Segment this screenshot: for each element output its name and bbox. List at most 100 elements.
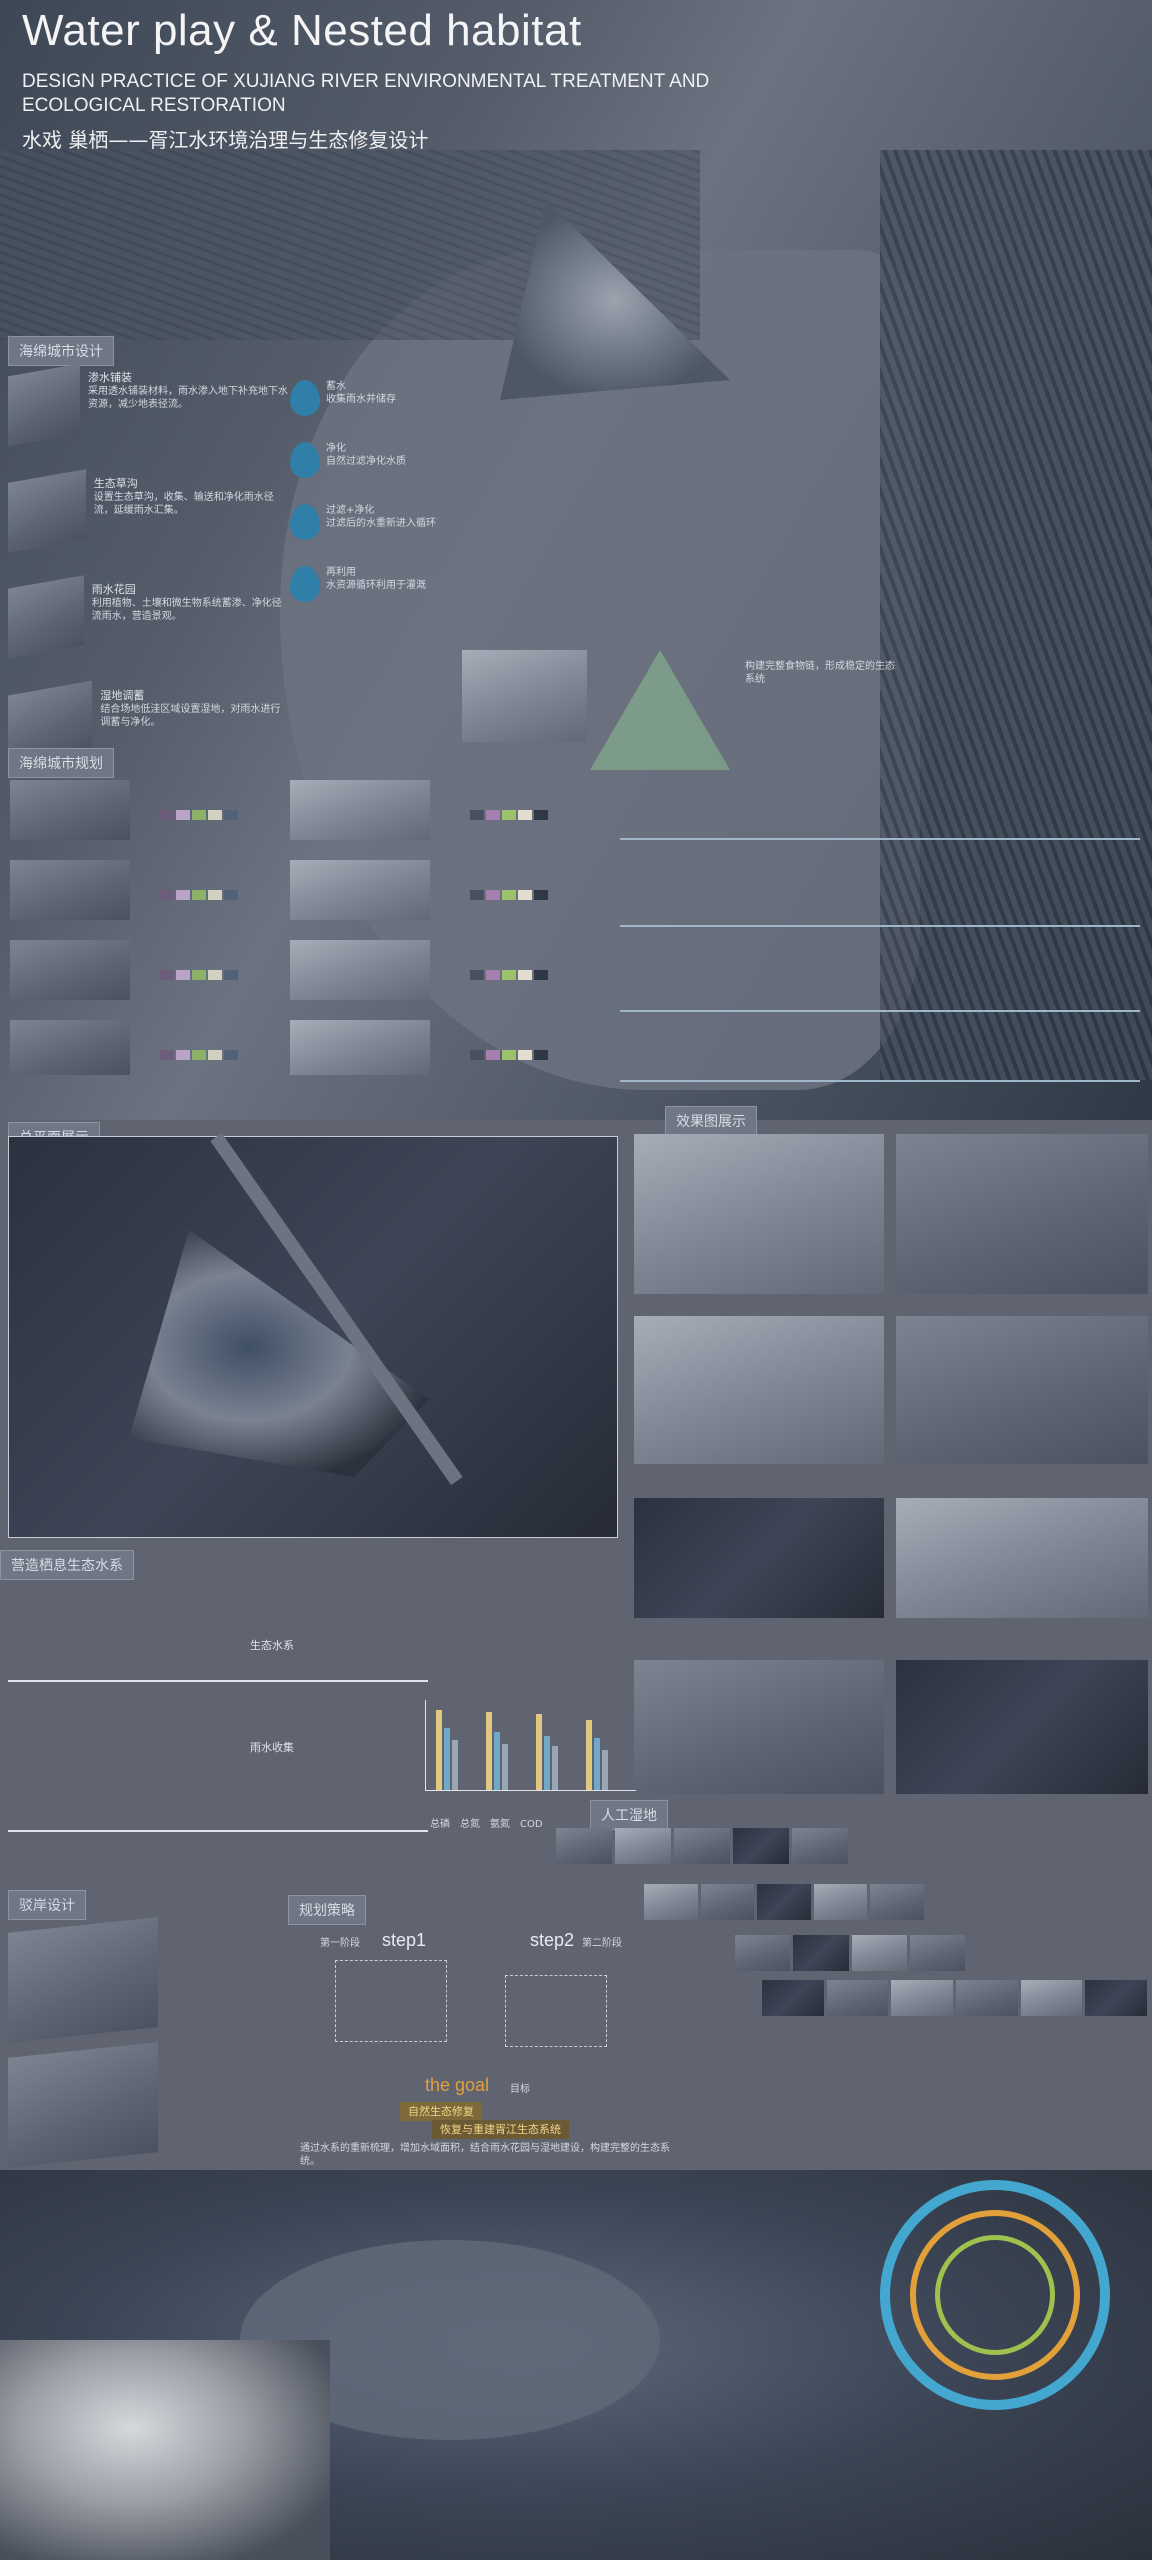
sponge-plan-grid (10, 780, 580, 1080)
legend-item: 总磷 (430, 1819, 450, 1830)
strategy-goal-cn: 目标 (510, 2084, 530, 2095)
plan-block (290, 780, 430, 840)
plant-photo (762, 1980, 824, 2016)
plant-photo (909, 1935, 965, 1971)
sponge-diagram (8, 469, 86, 553)
page-subtitle: DESIGN PRACTICE OF XUJIANG RIVER ENVIRON… (22, 70, 922, 118)
wetland-strip (735, 1935, 965, 1971)
water-drop-icon (290, 380, 320, 416)
city-texture-right (880, 150, 1152, 1080)
chart-bar (436, 1710, 442, 1790)
plan-block (290, 940, 430, 1000)
chart-bar (444, 1728, 450, 1790)
chart-legend: 总磷 总氮 氨氮 COD (430, 1818, 543, 1831)
plant-photo (700, 1884, 755, 1920)
cycle-label: 蓄水 (326, 381, 346, 392)
plant-photo (556, 1828, 612, 1864)
chart-bar (594, 1738, 600, 1790)
plan-block (10, 940, 130, 1000)
sponge-text: 结合场地低洼区域设置湿地，对雨水进行调蓄与净化。 (100, 704, 281, 728)
cycle-label: 过滤+净化 (326, 505, 375, 516)
sponge-diagram (8, 363, 80, 447)
sponge-diagram (8, 575, 84, 659)
cycle-item: 蓄水 收集雨水并储存 (290, 380, 440, 442)
strategy-step1: step1 (382, 1930, 427, 1950)
section-line (620, 1080, 1140, 1082)
cycle-item: 净化自然过滤净化水质 (290, 442, 440, 504)
wetland-strip (762, 1980, 1148, 2016)
strategy-step2-cn: 第二阶段 (582, 1938, 622, 1949)
chart-bar (536, 1714, 542, 1790)
goal-text: 通过水系的重新梳理，增加水域面积，结合雨水花园与湿地建设，构建完整的生态系统。 (300, 2143, 670, 2167)
goal-banner: 自然生态修复 (400, 2102, 482, 2121)
plant-photo (1020, 1980, 1083, 2016)
palette (470, 970, 548, 980)
plan-block (10, 780, 130, 840)
plant-photo (891, 1980, 954, 2016)
palette (160, 1050, 238, 1060)
plan-site (129, 1230, 429, 1477)
effects-grid (634, 1134, 1148, 1794)
strategy-box (505, 1975, 607, 2047)
habitat-note-a: 生态水系 (250, 1639, 294, 1652)
sponge-list: 渗水铺装 采用透水铺装材料，雨水渗入地下补充地下水资源，减少地表径流。 生态草沟设… (8, 363, 288, 794)
sponge-text: 利用植物、土壤和微生物系统蓄渗、净化径流雨水，营造景观。 (91, 598, 282, 622)
section-line (620, 1010, 1140, 1012)
plant-photo (851, 1935, 907, 1971)
water-drop-icon (290, 504, 320, 540)
effect-photo (896, 1134, 1148, 1294)
water-cycle: 蓄水 收集雨水并储存 净化自然过滤净化水质 过滤+净化过滤后的水重新进入循环 再利… (290, 380, 440, 628)
plant-photo (644, 1884, 698, 1920)
palette (470, 810, 548, 820)
chart-bar (552, 1746, 558, 1790)
plant-photo (793, 1935, 849, 1971)
cycle-item: 过滤+净化过滤后的水重新进入循环 (290, 504, 440, 566)
legend-item: 氨氮 (490, 1819, 510, 1830)
palette (160, 810, 238, 820)
chart-bar (544, 1736, 550, 1790)
chart-bar (502, 1744, 508, 1790)
section-sponge: 海绵城市设计 (8, 336, 114, 366)
cycle-text: 自然过滤净化水质 (326, 456, 406, 467)
chart-bar (602, 1750, 608, 1790)
wetland-strip (644, 1884, 924, 1920)
sponge-label: 雨水花园 (91, 583, 136, 596)
chart-bar (494, 1732, 500, 1790)
chart-bar (586, 1720, 592, 1790)
pyramid-text: 构建完整食物链，形成稳定的生态系统 (745, 661, 895, 685)
goal-banner-2: 恢复与重建胥江生态系统 (432, 2120, 569, 2139)
strategy-box (335, 1960, 447, 2042)
plant-photo (1085, 1980, 1148, 2016)
sponge-label: 湿地调蓄 (100, 689, 145, 702)
plan-block (10, 860, 130, 920)
plant-photo (735, 1935, 791, 1971)
bank-diagram (8, 2042, 158, 2168)
cycle-label: 净化 (326, 443, 346, 454)
plant-photo (870, 1884, 924, 1920)
strategy-goal: the goal (425, 2075, 490, 2095)
wetland-strip (556, 1828, 848, 1864)
sponge-label: 渗水铺装 (88, 371, 132, 384)
habitat-section-upper (8, 1590, 428, 1682)
effect-photo (634, 1134, 884, 1294)
habitat-note-b: 雨水收集 (250, 1741, 294, 1754)
plant-photo (757, 1884, 811, 1920)
sponge-item: 生态草沟 设置生态草沟，收集、输送和净化雨水径流，延缓雨水汇集。 (8, 469, 288, 582)
cycle-text: 过滤后的水重新进入循环 (326, 518, 436, 529)
section-line (620, 838, 1140, 840)
section-strategy: 规划策略 (288, 1895, 366, 1925)
diagram-ring (935, 2235, 1055, 2355)
bank-diagram (8, 1917, 158, 2043)
sponge-item: 雨水花园利用植物、土壤和微生物系统蓄渗、净化径流雨水，营造景观。 (8, 575, 288, 688)
section-sink: 驳岸设计 (8, 1890, 86, 1920)
legend-item: 总氮 (460, 1819, 480, 1830)
cycle-text: 水资源循环利用于灌溉 (326, 580, 426, 591)
water-quality-chart (425, 1700, 636, 1791)
section-line (620, 925, 1140, 927)
cycle-label: 再利用 (326, 567, 356, 578)
master-plan-image (8, 1132, 618, 1538)
plant-photo (674, 1828, 730, 1864)
plant-photo (792, 1828, 848, 1864)
plan-block (10, 1020, 130, 1075)
cycle-item: 再利用水资源循环利用于灌溉 (290, 566, 440, 628)
